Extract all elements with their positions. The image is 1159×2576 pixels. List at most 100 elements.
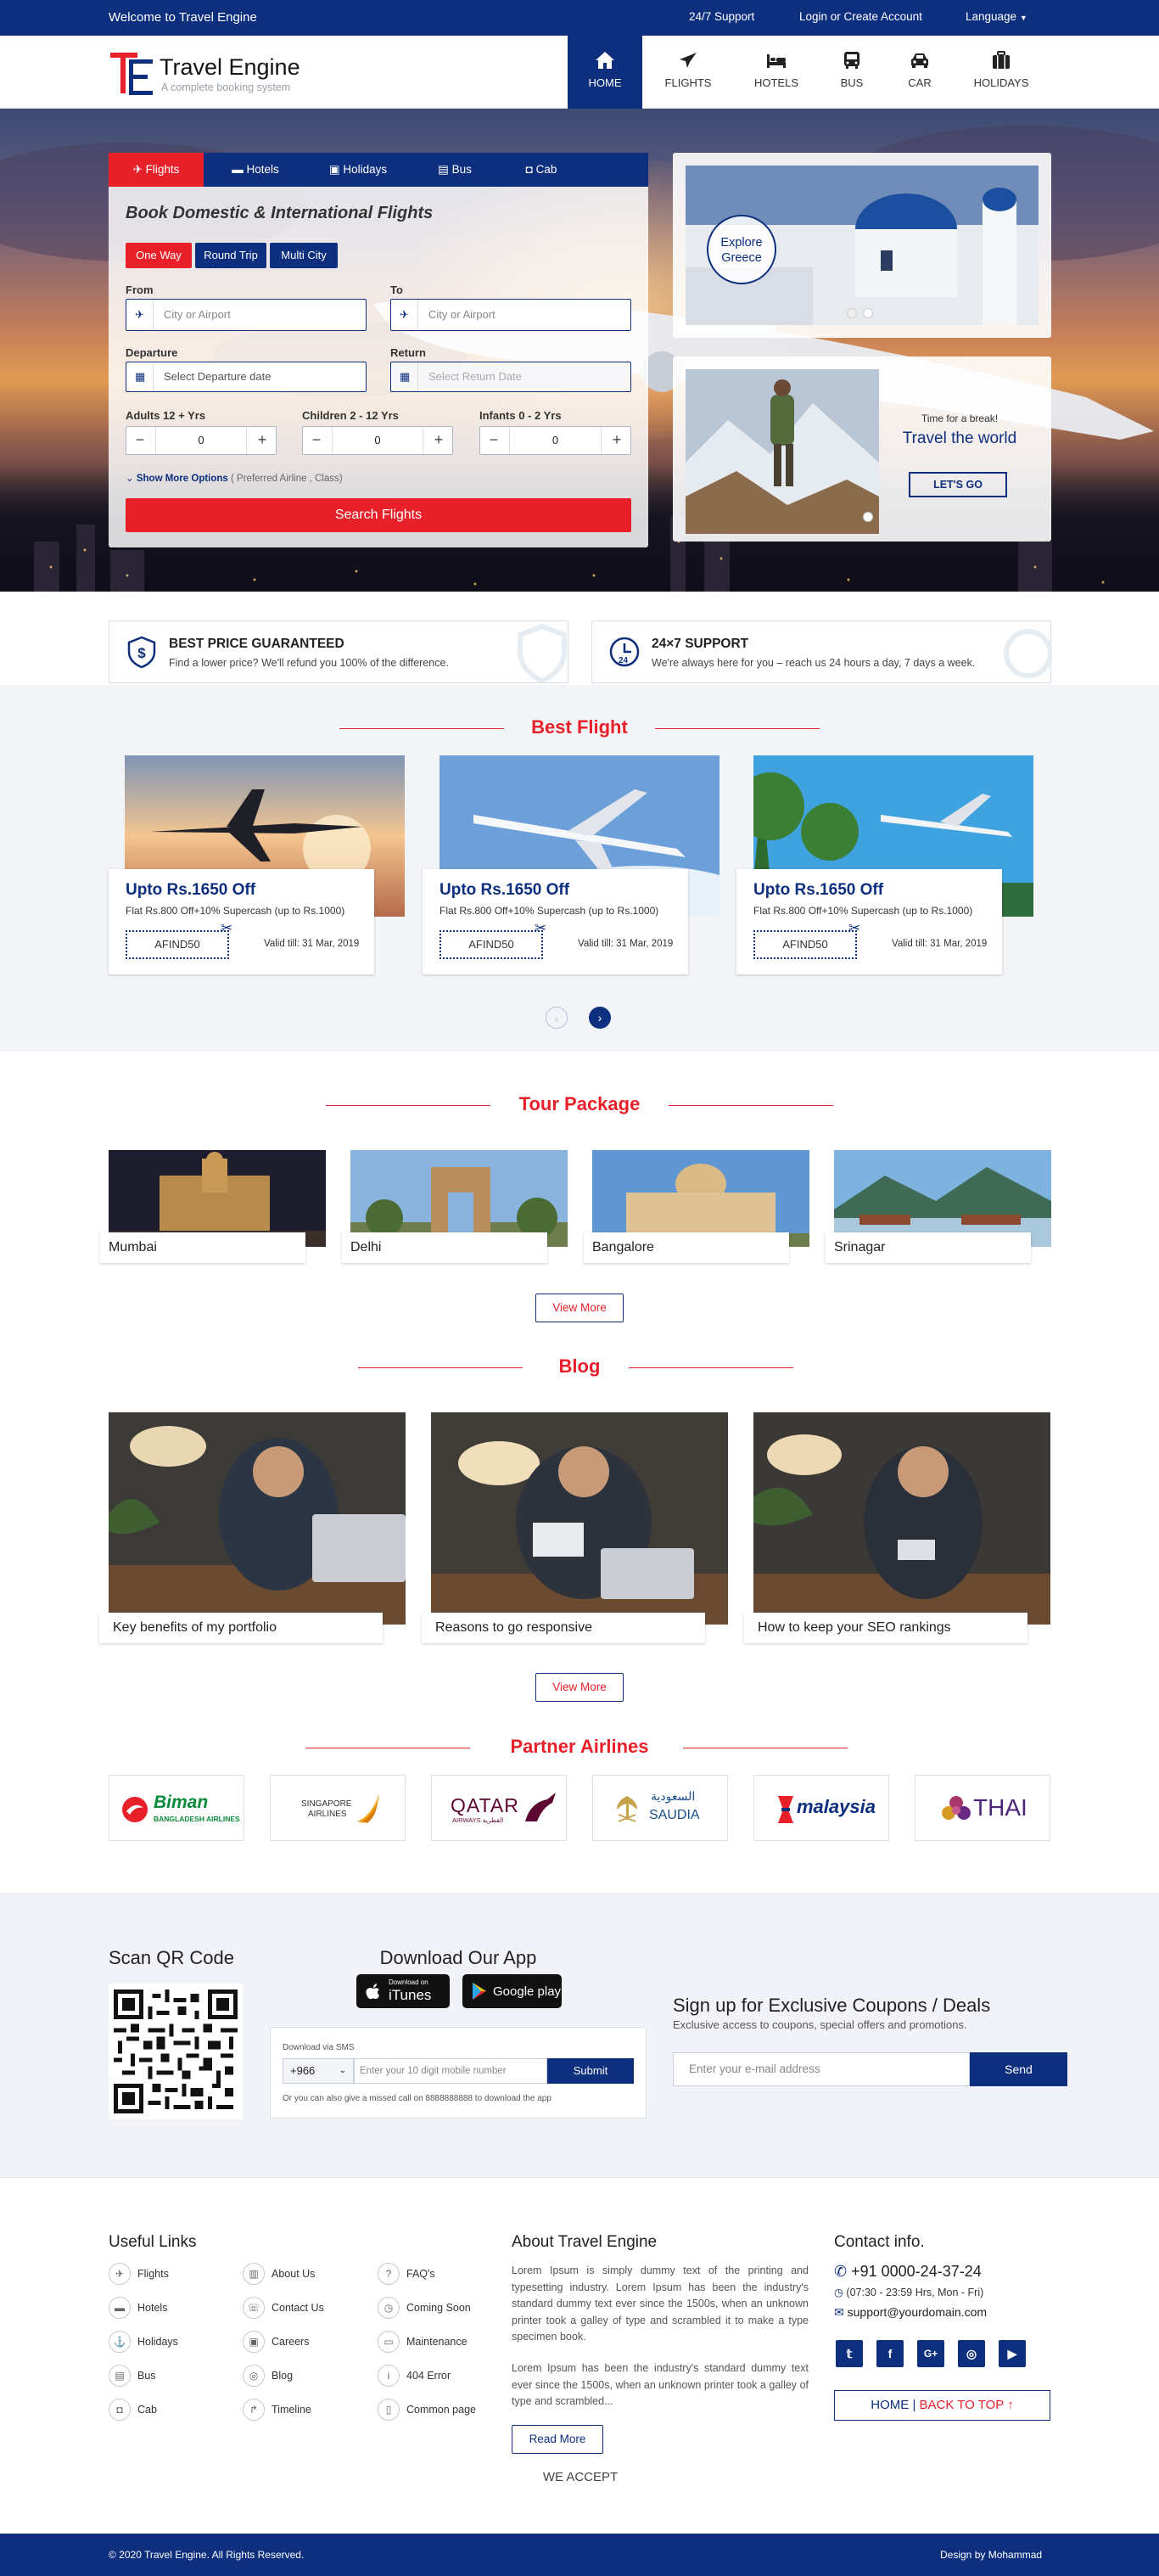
email-input[interactable]: Enter your e-mail address xyxy=(673,2052,970,2086)
trip-multi-city[interactable]: Multi City xyxy=(270,243,338,268)
footer-link-careers[interactable]: ▣ Careers xyxy=(243,2331,309,2353)
contact-phone[interactable]: ✆ +91 0000-24-37-24 xyxy=(834,2263,982,2281)
plus-button[interactable]: + xyxy=(603,427,630,454)
footer-link-faq[interactable]: ? FAQ's xyxy=(378,2263,435,2285)
footer-link-hotels[interactable]: ▬ Hotels xyxy=(109,2297,167,2319)
facebook-icon[interactable]: f xyxy=(876,2340,904,2367)
coupon-code[interactable]: AFIND50 xyxy=(126,930,229,959)
mobile-input[interactable]: Enter your 10 digit mobile number xyxy=(354,2058,547,2084)
prev-arrow-icon[interactable]: ‹ xyxy=(546,1007,568,1029)
twitter-icon[interactable]: 𝕥 xyxy=(836,2340,863,2367)
infants-value[interactable]: 0 xyxy=(509,427,602,454)
blog-label[interactable]: Key benefits of my portfolio xyxy=(99,1613,383,1643)
sms-submit-button[interactable]: Submit xyxy=(547,2058,634,2084)
from-input[interactable]: ✈ City or Airport xyxy=(126,299,367,331)
google-play-button[interactable]: Google play xyxy=(462,1974,562,2008)
footer-link-blog[interactable]: ◎ Blog xyxy=(243,2365,293,2387)
more-options-toggle[interactable]: ⌄ Show More Options ( Preferred Airline … xyxy=(126,472,343,484)
carousel-dot-active[interactable] xyxy=(863,512,873,522)
footer-link-cab[interactable]: ◘ Cab xyxy=(109,2399,157,2421)
nav-flights[interactable]: FLIGHTS xyxy=(651,36,725,109)
footer-link-timeline[interactable]: ↱ Timeline xyxy=(243,2399,311,2421)
coupon-code[interactable]: AFIND50 xyxy=(753,930,857,959)
nav-bus[interactable]: BUS xyxy=(815,36,889,109)
blog-image[interactable] xyxy=(753,1412,1050,1625)
tour-label[interactable]: Delhi xyxy=(342,1232,547,1263)
offer-card[interactable]: Upto Rs.1650 Off Flat Rs.800 Off+10% Sup… xyxy=(109,869,374,974)
tab-hotels[interactable]: ▬ Hotels xyxy=(207,153,304,187)
airline-logo-biman[interactable]: Biman BANGLADESH AIRLINES xyxy=(109,1775,244,1841)
back-to-top-link[interactable]: BACK TO TOP xyxy=(920,2398,1005,2412)
blog-label[interactable]: Reasons to go responsive xyxy=(422,1613,705,1643)
youtube-icon[interactable]: ▶ xyxy=(999,2340,1026,2367)
back-to-top-button[interactable]: HOME | BACK TO TOP ↑ xyxy=(834,2390,1050,2421)
footer-link-common[interactable]: ▯ Common page xyxy=(378,2399,476,2421)
tour-label[interactable]: Srinagar xyxy=(826,1232,1031,1263)
language-dropdown[interactable]: Language ▼ xyxy=(966,10,1027,23)
lets-go-button[interactable]: LET'S GO xyxy=(909,472,1007,497)
return-input[interactable]: ▦ Select Return Date xyxy=(390,362,631,392)
plus-button[interactable]: + xyxy=(425,427,452,454)
tour-label[interactable]: Bangalore xyxy=(584,1232,789,1263)
airline-logo-saudia[interactable]: السعودية SAUDIA xyxy=(592,1775,728,1841)
minus-button[interactable]: − xyxy=(480,427,507,454)
footer-link-about[interactable]: ▥ About Us xyxy=(243,2263,315,2285)
offer-card[interactable]: Upto Rs.1650 Off Flat Rs.800 Off+10% Sup… xyxy=(423,869,688,974)
trip-one-way[interactable]: One Way xyxy=(126,243,192,268)
support-link[interactable]: 24/7 Support xyxy=(689,10,754,23)
blog-image[interactable] xyxy=(431,1412,728,1625)
plus-button[interactable]: + xyxy=(249,427,276,454)
carousel-dot-active[interactable] xyxy=(863,308,873,318)
footer-link-maintenance[interactable]: ▭ Maintenance xyxy=(378,2331,468,2353)
adults-value[interactable]: 0 xyxy=(155,427,247,454)
tour-view-more-button[interactable]: View More xyxy=(535,1294,624,1322)
airline-logo-malaysia[interactable]: malaysia xyxy=(753,1775,889,1841)
send-button[interactable]: Send xyxy=(970,2052,1067,2086)
tab-flights[interactable]: ✈ Flights xyxy=(109,153,204,187)
minus-button[interactable]: − xyxy=(303,427,330,454)
nav-home[interactable]: HOME xyxy=(568,36,642,109)
trip-round-trip[interactable]: Round Trip xyxy=(195,243,266,268)
promo-greece-card[interactable]: Explore Greece xyxy=(673,153,1051,338)
children-value[interactable]: 0 xyxy=(332,427,423,454)
footer-link-coming-soon[interactable]: ◷ Coming Soon xyxy=(378,2297,471,2319)
blog-view-more-button[interactable]: View More xyxy=(535,1673,624,1702)
nav-hotels[interactable]: HOTELS xyxy=(739,36,814,109)
tour-label[interactable]: Mumbai xyxy=(100,1232,305,1263)
footer-link-holidays[interactable]: ⚓ Holidays xyxy=(109,2331,178,2353)
departure-input[interactable]: ▦ Select Departure date xyxy=(126,362,367,392)
footer-link-flights[interactable]: ✈ Flights xyxy=(109,2263,169,2285)
instagram-icon[interactable]: ◎ xyxy=(958,2340,985,2367)
google-plus-icon[interactable]: G+ xyxy=(917,2340,944,2367)
search-flights-button[interactable]: Search Flights xyxy=(126,498,631,532)
nav-car[interactable]: CAR xyxy=(882,36,957,109)
link-label: Timeline xyxy=(272,2404,311,2416)
blog-label[interactable]: How to keep your SEO rankings xyxy=(744,1613,1027,1643)
promo-travel-card[interactable]: Time for a break! Travel the world LET'S… xyxy=(673,356,1051,542)
itunes-button[interactable]: Download on iTunes xyxy=(356,1974,450,2008)
read-more-button[interactable]: Read More xyxy=(512,2425,603,2454)
home-link[interactable]: HOME xyxy=(871,2398,909,2412)
to-input[interactable]: ✈ City or Airport xyxy=(390,299,631,331)
country-code-select[interactable]: +966 ⌄ xyxy=(283,2058,354,2084)
airline-logo-singapore[interactable]: SINGAPORE AIRLINES xyxy=(270,1775,406,1841)
login-link[interactable]: Login or Create Account xyxy=(799,10,922,23)
minus-button[interactable]: − xyxy=(126,427,154,454)
blog-image[interactable] xyxy=(109,1412,406,1625)
nav-home-label: HOME xyxy=(588,76,622,89)
tab-holidays[interactable]: ▣ Holidays xyxy=(309,153,407,187)
airline-logo-thai[interactable]: THAI xyxy=(915,1775,1050,1841)
next-arrow-icon[interactable]: › xyxy=(589,1007,611,1029)
coupon-code[interactable]: AFIND50 xyxy=(440,930,543,959)
offer-card[interactable]: Upto Rs.1650 Off Flat Rs.800 Off+10% Sup… xyxy=(736,869,1002,974)
nav-holidays[interactable]: HOLIDAYS xyxy=(964,36,1039,109)
logo[interactable]: Travel Engine A complete booking system xyxy=(109,49,312,97)
tab-cab[interactable]: ◘ Cab xyxy=(499,153,584,187)
footer-link-404[interactable]: i 404 Error xyxy=(378,2365,451,2387)
airline-logo-qatar[interactable]: QATAR AIRWAYS القطرية xyxy=(431,1775,567,1841)
contact-email[interactable]: ✉ support@yourdomain.com xyxy=(834,2305,987,2320)
carousel-dot[interactable] xyxy=(847,308,857,318)
footer-link-contact[interactable]: ☏ Contact Us xyxy=(243,2297,324,2319)
tab-bus[interactable]: ▤ Bus xyxy=(412,153,497,187)
footer-link-bus[interactable]: ▤ Bus xyxy=(109,2365,156,2387)
